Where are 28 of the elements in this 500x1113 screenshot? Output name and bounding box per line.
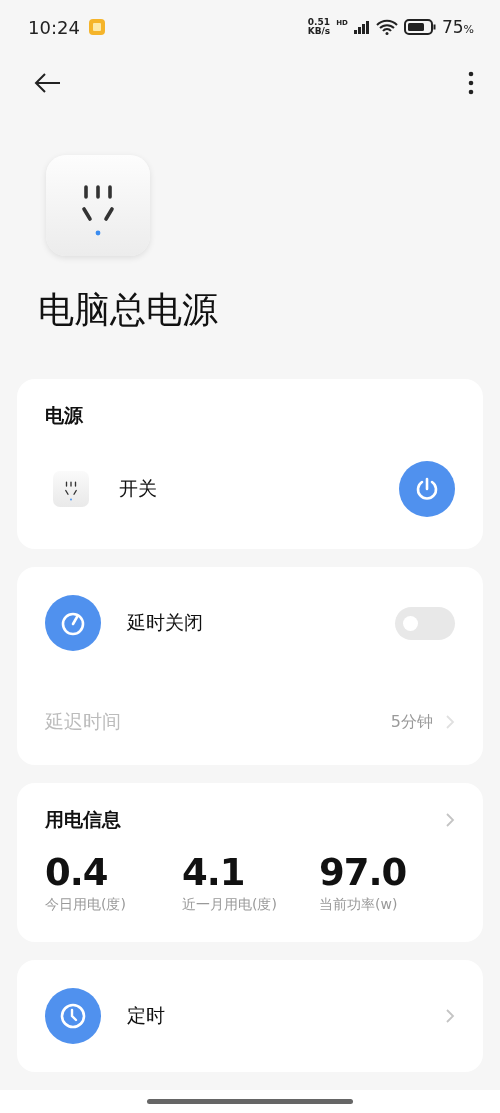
stat-value: 0.4 <box>45 851 109 894</box>
stat-label: 当前功率(w) <box>319 896 399 914</box>
card-title: 用电信息 <box>45 807 121 832</box>
stat-value: 97.0 <box>319 851 408 894</box>
clock-icon <box>45 988 101 1044</box>
timer-label: 定时 <box>127 1003 165 1028</box>
card-title: 电源 <box>45 403 84 428</box>
clock-time: 10:24 <box>28 16 80 38</box>
more-options-button[interactable] <box>468 70 474 95</box>
network-speed: 0.51 <box>307 18 331 28</box>
signal-icon <box>353 20 370 35</box>
battery-percent: 75% <box>441 17 474 38</box>
device-name: 电脑总电源 <box>38 288 219 332</box>
gallery-app-icon <box>87 18 106 37</box>
back-button[interactable] <box>34 71 62 94</box>
delay-off-label: 延时关闭 <box>127 610 203 635</box>
speed-unit: KB/s <box>307 27 331 37</box>
wifi-icon <box>375 19 398 36</box>
switch-label: 开关 <box>119 476 157 501</box>
stat-label: 近一月用电(度) <box>182 896 278 914</box>
chevron-icon <box>445 714 455 730</box>
stopwatch-icon <box>45 595 101 651</box>
power-button[interactable] <box>399 461 455 517</box>
chevron-icon <box>445 812 455 828</box>
battery-icon <box>403 19 436 36</box>
chevron-icon <box>445 1008 455 1024</box>
stat-value: 4.1 <box>182 851 246 894</box>
stat-label: 今日用电(度) <box>45 896 127 914</box>
